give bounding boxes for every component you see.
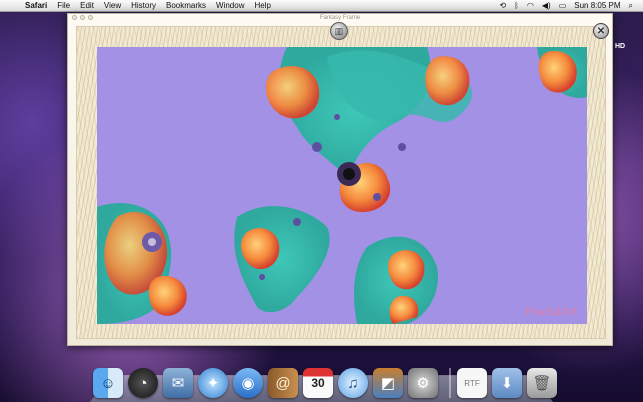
address-book-icon[interactable]: @ (268, 368, 298, 398)
ical-date: 30 (311, 376, 325, 390)
menu-history[interactable]: History (126, 0, 161, 12)
menu-view[interactable]: View (99, 0, 126, 12)
fractal-image: FractalArt (97, 47, 587, 324)
wifi-icon[interactable]: ◠ (523, 0, 538, 12)
fractal-art (97, 47, 587, 324)
menu-bookmarks[interactable]: Bookmarks (161, 0, 211, 12)
frame-pin-icon[interactable]: ▥ (330, 22, 348, 40)
menu-edit[interactable]: Edit (75, 0, 99, 12)
image-watermark: FractalArt (524, 307, 577, 318)
bluetooth-icon[interactable]: ᛒ (510, 0, 523, 12)
time-machine-icon[interactable]: ⟲ (495, 0, 510, 12)
system-preferences-icon[interactable]: ⚙ (408, 368, 438, 398)
trash-icon[interactable]: 🗑 (527, 368, 557, 398)
menu-help[interactable]: Help (249, 0, 275, 12)
volume-icon[interactable]: ◀) (538, 0, 555, 12)
itunes-icon[interactable]: ♫ (338, 368, 368, 398)
spotlight-icon[interactable]: ⌕ (625, 0, 637, 12)
window-zoom-icon[interactable] (88, 15, 93, 20)
battery-icon[interactable]: ▭ (555, 0, 571, 12)
dock-separator (449, 368, 451, 398)
window-title: Fantasy Frame (319, 15, 361, 21)
window-minimize-icon[interactable] (80, 15, 85, 20)
iphoto-icon[interactable]: ◩ (373, 368, 403, 398)
hd-label: HD (615, 43, 626, 50)
document-icon[interactable]: RTF (457, 368, 487, 398)
menu-window[interactable]: Window (211, 0, 249, 12)
status-area: ⟲ ᛒ ◠ ◀) ▭ Sun 8:05 PM ⌕ (495, 0, 643, 12)
dashboard-icon[interactable]: ◔ (128, 368, 158, 398)
ical-icon[interactable]: 30 (303, 368, 333, 398)
finder-icon[interactable]: ☺ (93, 368, 123, 398)
fantasy-frame-window: Fantasy Frame FractalArt ▥ (67, 13, 613, 346)
picture-frame: FractalArt (76, 26, 606, 339)
window-titlebar[interactable]: Fantasy Frame (68, 14, 612, 22)
close-frame-button[interactable]: ✕ (593, 23, 609, 39)
safari-icon[interactable]: ✦ (198, 368, 228, 398)
menu-clock[interactable]: Sun 8:05 PM (570, 1, 624, 10)
menu-app-name[interactable]: Safari (20, 0, 52, 12)
window-close-icon[interactable] (72, 15, 77, 20)
window-controls (72, 15, 93, 20)
dock: ☺ ◔ ✉ ✦ ◉ @ 30 ♫ ◩ ⚙ RTF ⬇ 🗑 (93, 358, 557, 398)
folder-icon[interactable]: ⬇ (492, 368, 522, 398)
menu-file[interactable]: File (52, 0, 75, 12)
ichat-icon[interactable]: ◉ (233, 368, 263, 398)
menu-bar: Safari File Edit View History Bookmarks … (0, 0, 643, 12)
mail-icon[interactable]: ✉ (163, 368, 193, 398)
